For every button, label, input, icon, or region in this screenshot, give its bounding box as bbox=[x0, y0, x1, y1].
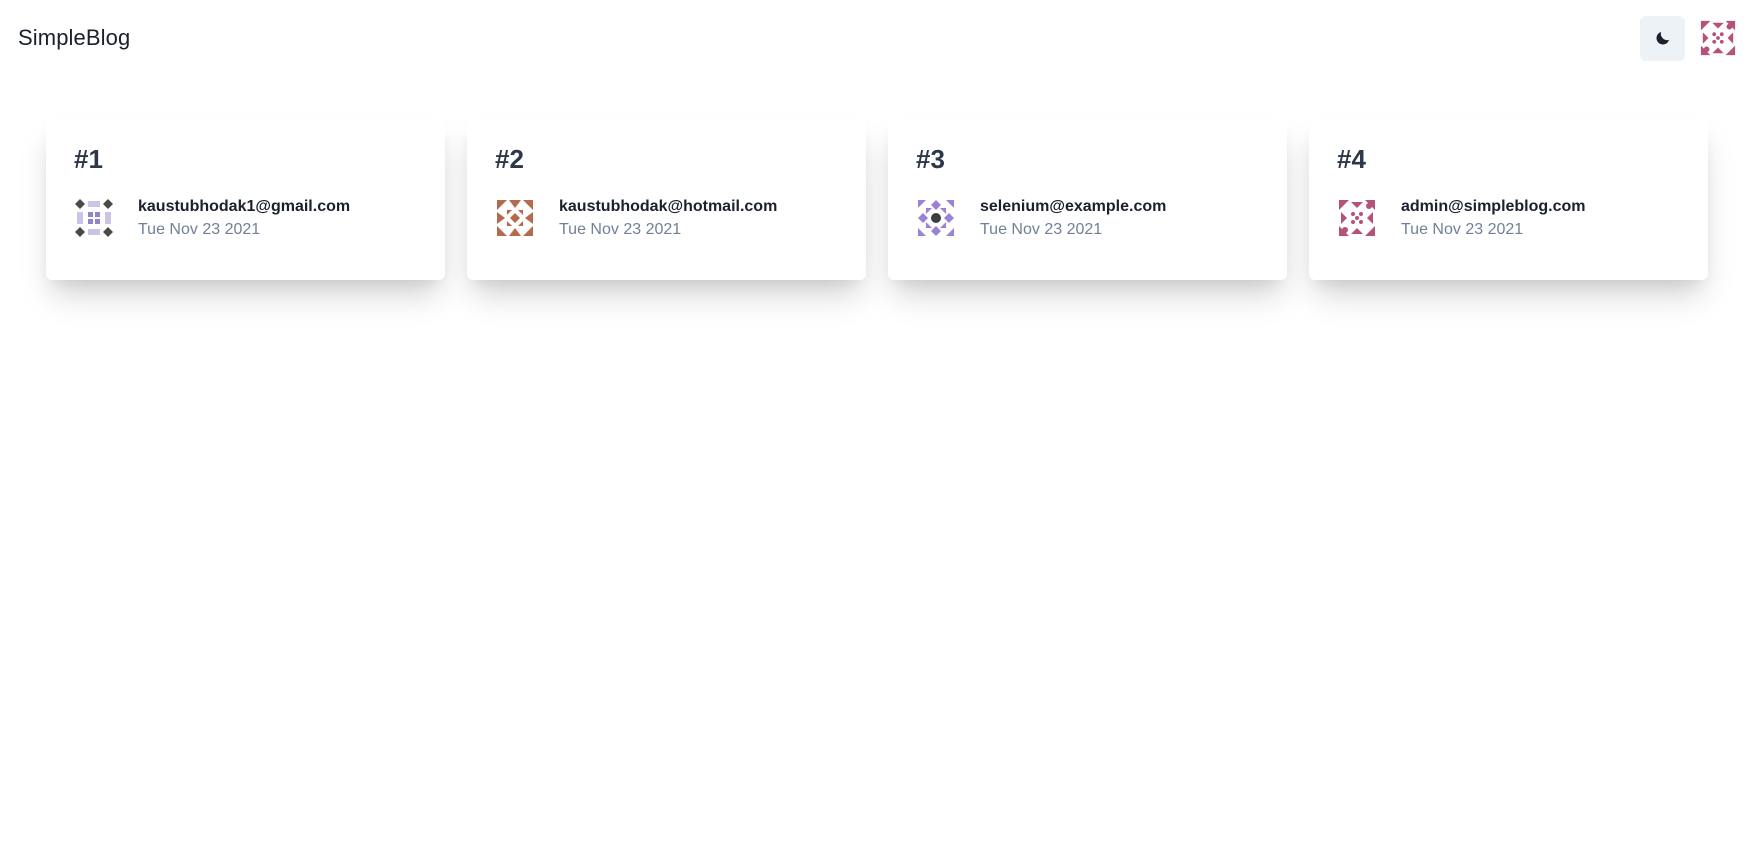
card-number: #3 bbox=[916, 144, 945, 174]
header-actions bbox=[1640, 15, 1737, 61]
user-card[interactable]: #2 kaustubhodak@hotmail.com Tue Nov 23 2… bbox=[467, 118, 866, 280]
avatar bbox=[497, 200, 533, 236]
card-number: #2 bbox=[495, 144, 524, 174]
card-user-row: kaustubhodak@hotmail.com Tue Nov 23 2021 bbox=[495, 195, 838, 241]
card-user-row: selenium@example.com Tue Nov 23 2021 bbox=[916, 195, 1259, 241]
user-card-grid: #1 kaustubhodak1@gmail.com Tue Nov 23 20… bbox=[0, 76, 1755, 280]
user-card[interactable]: #3 selenium@example.com Tue Nov 23 2021 bbox=[888, 118, 1287, 280]
card-number: #1 bbox=[74, 144, 103, 174]
user-email: kaustubhodak@hotmail.com bbox=[559, 198, 778, 215]
brand-logo[interactable]: SimpleBlog bbox=[18, 25, 130, 51]
theme-toggle-button[interactable] bbox=[1640, 15, 1685, 61]
user-email: selenium@example.com bbox=[980, 198, 1167, 215]
user-date: Tue Nov 23 2021 bbox=[1401, 221, 1524, 238]
user-email: admin@simpleblog.com bbox=[1401, 198, 1586, 215]
avatar bbox=[918, 200, 954, 236]
moon-icon bbox=[1655, 32, 1669, 45]
user-date: Tue Nov 23 2021 bbox=[138, 221, 261, 238]
card-user-row: kaustubhodak1@gmail.com Tue Nov 23 2021 bbox=[74, 195, 417, 241]
card-user-row: admin@simpleblog.com Tue Nov 23 2021 bbox=[1337, 195, 1680, 241]
top-navbar: SimpleBlog bbox=[0, 0, 1755, 76]
avatar bbox=[75, 199, 113, 237]
user-date: Tue Nov 23 2021 bbox=[559, 221, 682, 238]
user-email: kaustubhodak1@gmail.com bbox=[138, 198, 351, 215]
card-number: #4 bbox=[1337, 144, 1366, 174]
user-card[interactable]: #1 kaustubhodak1@gmail.com Tue Nov 23 20… bbox=[46, 118, 445, 280]
user-card[interactable]: #4 admin@simpleblog.com Tue Nov 23 2021 bbox=[1309, 118, 1708, 280]
user-avatar[interactable] bbox=[1699, 19, 1737, 57]
user-date: Tue Nov 23 2021 bbox=[980, 221, 1103, 238]
avatar bbox=[1339, 200, 1375, 236]
